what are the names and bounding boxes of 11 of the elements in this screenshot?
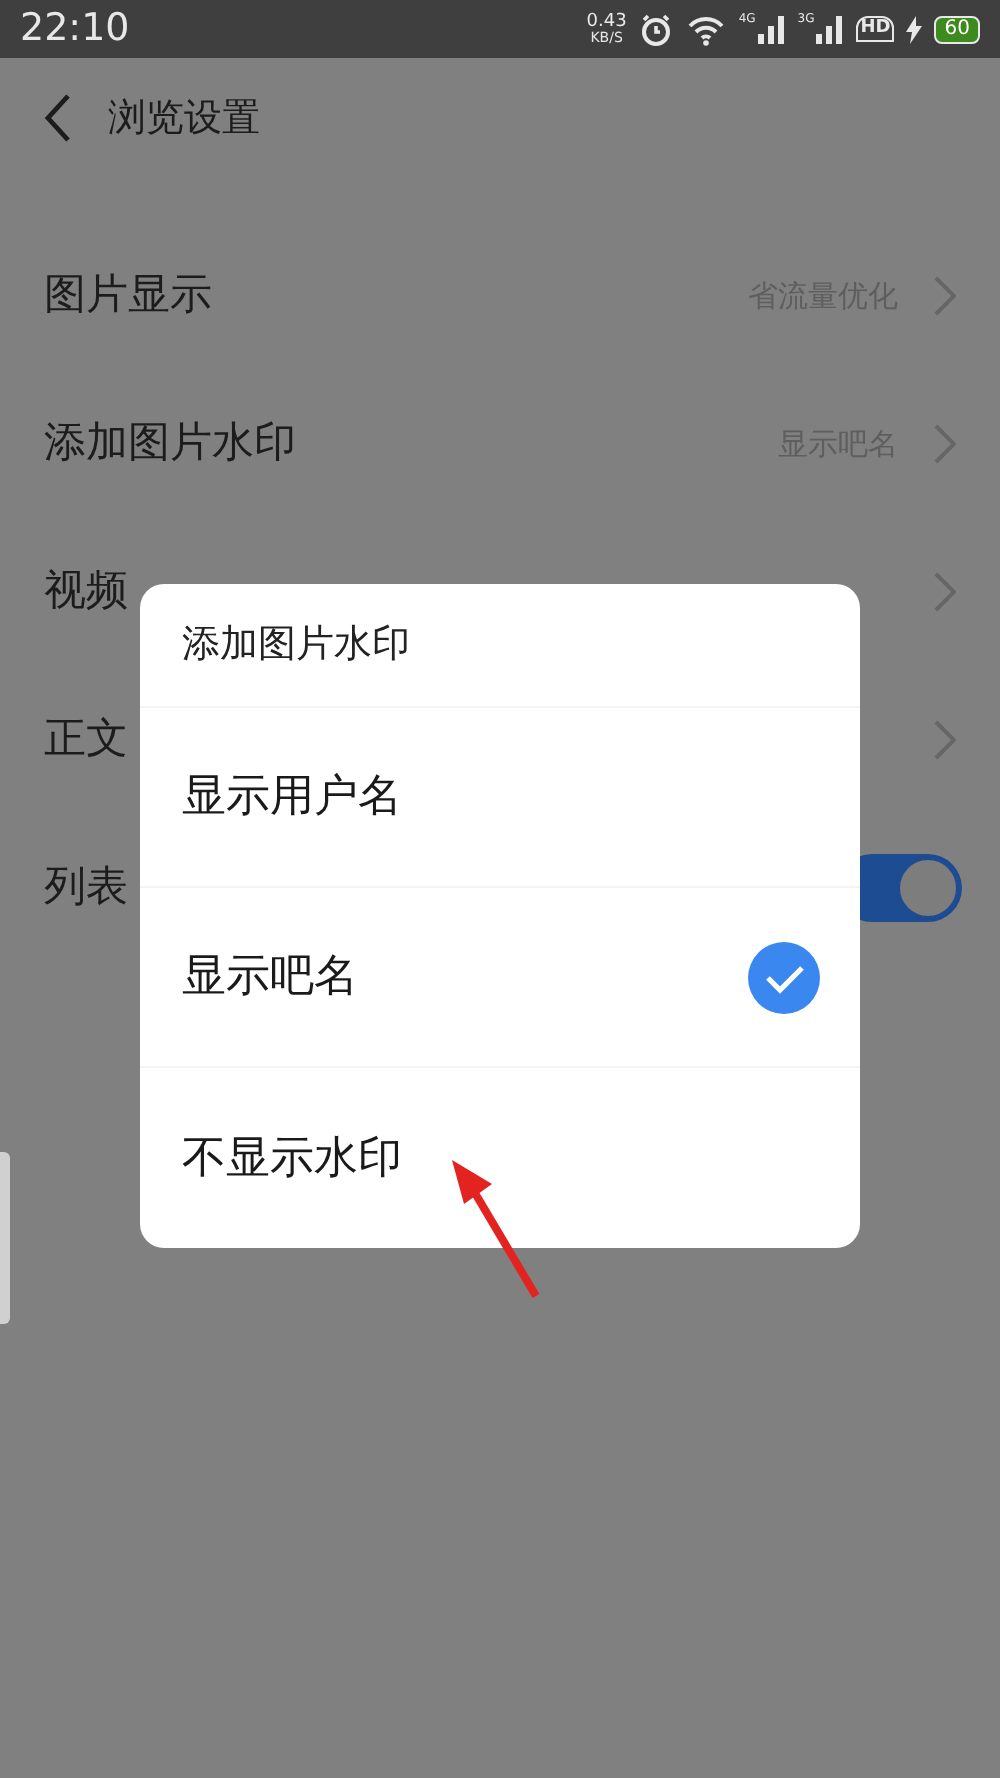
setting-label: 添加图片水印 xyxy=(44,416,296,471)
setting-label: 视频 xyxy=(44,564,128,619)
page-title: 浏览设置 xyxy=(108,93,260,144)
battery-indicator: 60 xyxy=(934,15,980,43)
network-speed: 0.43 xyxy=(586,13,627,31)
status-time: 22:10 xyxy=(20,4,130,55)
hd-label: HD xyxy=(856,15,895,43)
setting-label: 图片显示 xyxy=(44,268,212,323)
dialog-title: 添加图片水印 xyxy=(140,584,860,708)
setting-label: 列表 xyxy=(44,860,128,915)
setting-label: 正文 xyxy=(44,712,128,767)
